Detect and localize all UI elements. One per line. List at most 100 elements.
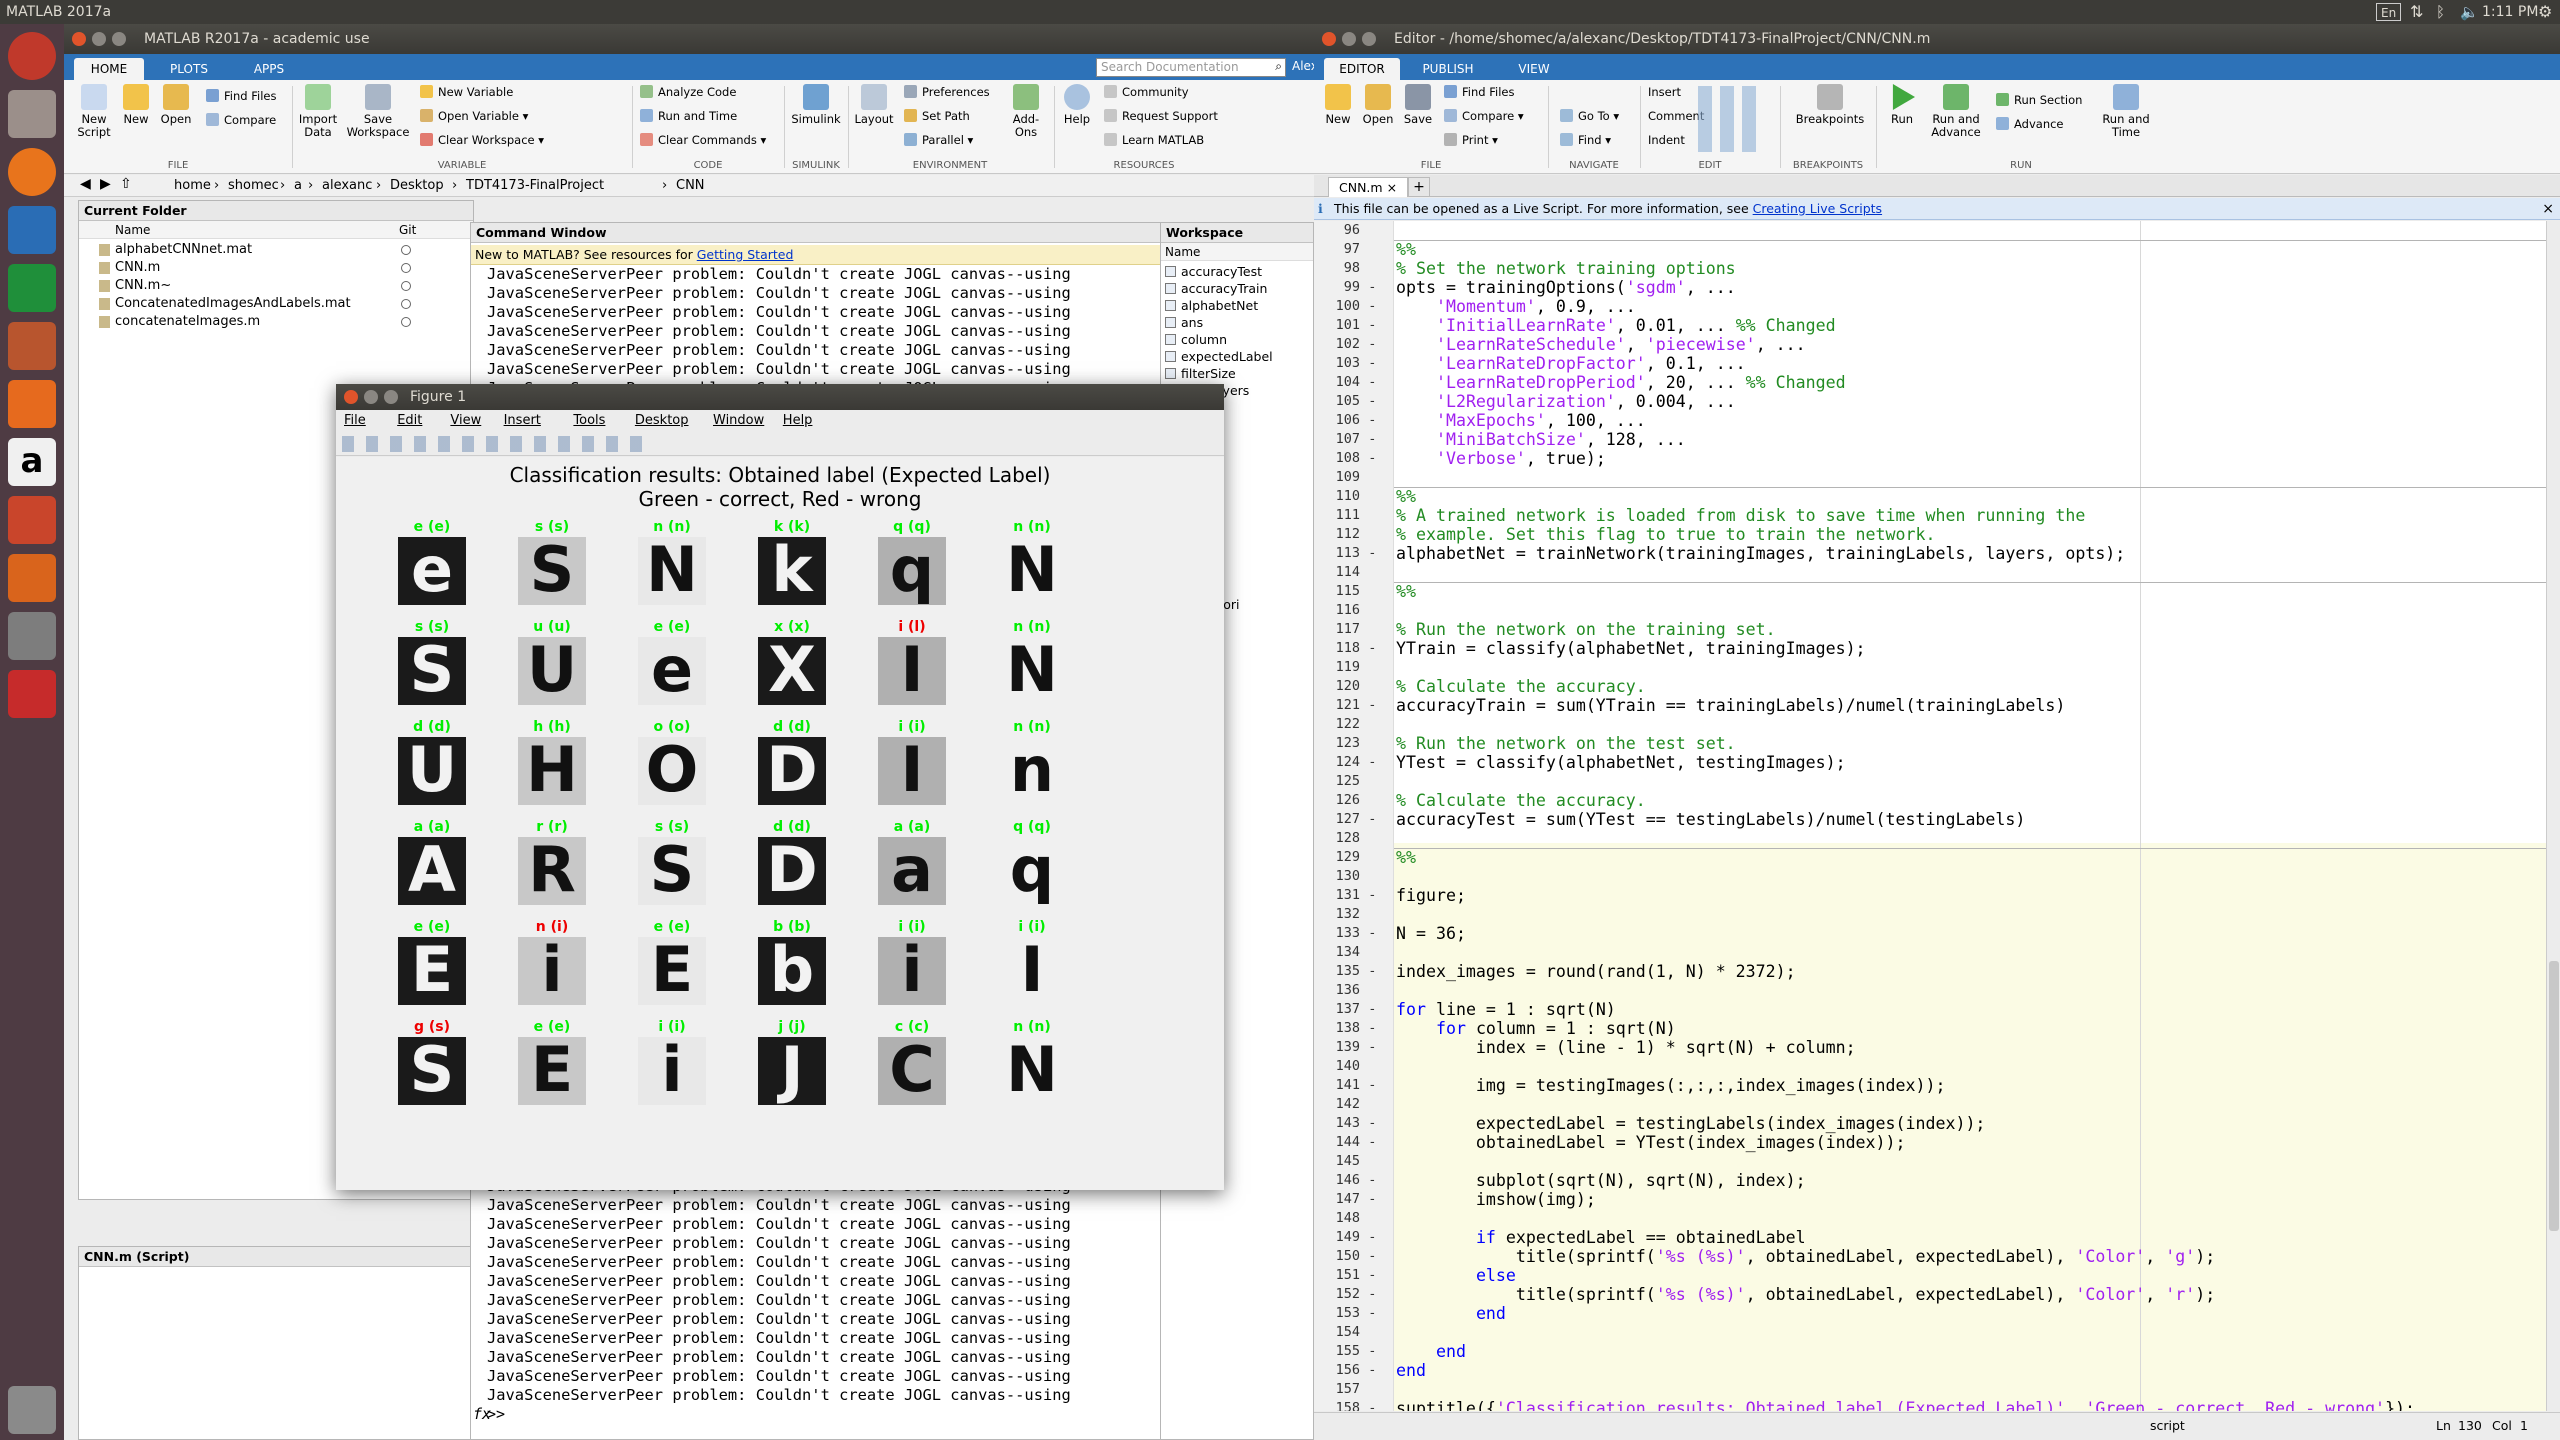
minimize-editor-button[interactable] <box>1342 32 1356 46</box>
figure-menu-help[interactable]: Help <box>783 410 813 432</box>
breakpoint-gutter[interactable]: - <box>1370 1361 1375 1380</box>
volume-icon[interactable]: 🔈 <box>2460 0 2479 24</box>
edit-tool-icons[interactable] <box>1698 86 1758 152</box>
preferences-button[interactable]: Preferences <box>904 84 990 100</box>
search-documentation-input[interactable]: Search Documentation ⌕ <box>1096 58 1286 77</box>
tab-apps[interactable]: APPS <box>234 58 304 80</box>
amazon-icon[interactable]: a <box>8 438 56 486</box>
bluetooth-icon[interactable]: ᛒ <box>2436 0 2445 24</box>
open-button[interactable]: Open <box>158 84 194 126</box>
maximize-editor-button[interactable] <box>1362 32 1376 46</box>
code-editor[interactable]: 96 97%% 98 % Set the network training optio… <box>1314 221 2546 1411</box>
editor-print-button[interactable]: Print ▾ <box>1444 132 1498 148</box>
breakpoint-gutter[interactable]: - <box>1370 1285 1375 1304</box>
path-segment[interactable]: shomec <box>228 178 279 193</box>
breakpoint-gutter[interactable]: - <box>1370 297 1375 316</box>
workspace-var[interactable]: accuracyTest <box>1161 263 1313 280</box>
tab-view[interactable]: VIEW <box>1496 58 1572 80</box>
user-menu[interactable]: Alexandru <box>1292 59 1314 73</box>
workspace-var[interactable]: alphabetNet <box>1161 297 1313 314</box>
network-icon[interactable]: ⇅ <box>2410 0 2423 24</box>
breakpoint-gutter[interactable]: - <box>1370 449 1375 468</box>
file-tab-cnn[interactable]: CNN.m × <box>1328 177 1409 197</box>
file-row[interactable]: ConcatenatedImagesAndLabels.mat <box>79 295 473 313</box>
breakpoint-gutter[interactable]: - <box>1370 335 1375 354</box>
figure-tool-icons[interactable] <box>342 436 642 452</box>
up-folder-icon[interactable]: ⇧ <box>120 176 132 192</box>
breakpoint-gutter[interactable]: - <box>1370 810 1375 829</box>
add-ons-button[interactable]: Add-Ons <box>1002 84 1050 139</box>
col-name[interactable]: Name <box>115 221 150 239</box>
trash-icon[interactable] <box>8 1386 56 1434</box>
set-path-button[interactable]: Set Path <box>904 108 970 124</box>
new-button[interactable]: New <box>118 84 154 126</box>
save-workspace-button[interactable]: Save Workspace <box>346 84 410 139</box>
breakpoint-gutter[interactable]: - <box>1370 373 1375 392</box>
close-editor-button[interactable] <box>1322 32 1336 46</box>
breakpoint-gutter[interactable]: - <box>1370 392 1375 411</box>
workspace-var[interactable]: accuracyTrain <box>1161 280 1313 297</box>
breakpoint-gutter[interactable]: - <box>1370 696 1375 715</box>
compare-button[interactable]: Compare <box>206 112 276 128</box>
breakpoint-gutter[interactable]: - <box>1370 1019 1375 1038</box>
find-files-button[interactable]: Find Files <box>206 88 276 104</box>
firefox-icon[interactable] <box>8 148 56 196</box>
pdf-viewer-icon[interactable] <box>8 670 56 718</box>
editor-save-button[interactable]: Save <box>1400 84 1436 126</box>
workspace-col-name[interactable]: Name <box>1165 245 1200 259</box>
editor-compare-button[interactable]: Compare ▾ <box>1444 108 1524 124</box>
settings-icon[interactable]: ⚙ <box>2538 0 2552 24</box>
breakpoint-gutter[interactable]: - <box>1370 1114 1375 1133</box>
breakpoint-gutter[interactable]: - <box>1370 411 1375 430</box>
livescript-link[interactable]: Creating Live Scripts <box>1753 201 1882 216</box>
workspace-var[interactable]: filterSize <box>1161 365 1313 382</box>
impress-icon[interactable] <box>8 322 56 370</box>
forward-icon[interactable]: ▶ <box>100 176 111 192</box>
calc-icon[interactable] <box>8 264 56 312</box>
layout-button[interactable]: Layout <box>852 84 896 126</box>
system-settings-icon[interactable] <box>8 496 56 544</box>
breakpoint-gutter[interactable]: - <box>1370 1000 1375 1019</box>
new-script-button[interactable]: New Script <box>74 84 114 139</box>
editor-run-and-time-button[interactable]: Run and Time <box>2096 84 2156 139</box>
text-editor-icon[interactable] <box>8 612 56 660</box>
col-git[interactable]: Git <box>399 221 416 239</box>
breakpoint-gutter[interactable]: - <box>1370 962 1375 981</box>
add-tab-button[interactable]: + <box>1408 177 1430 197</box>
path-segment[interactable]: TDT4173-FinalProject <box>466 178 604 193</box>
tab-editor[interactable]: EDITOR <box>1324 58 1400 80</box>
advance-button[interactable]: Advance <box>1996 116 2064 132</box>
open-variable-button[interactable]: Open Variable ▾ <box>420 108 528 124</box>
minimize-figure-button[interactable] <box>364 390 378 404</box>
matlab-icon[interactable] <box>8 554 56 602</box>
breakpoint-gutter[interactable]: - <box>1370 886 1375 905</box>
breakpoint-gutter[interactable]: - <box>1370 1076 1375 1095</box>
close-banner-icon[interactable]: × <box>2542 198 2554 220</box>
editor-find-files-button[interactable]: Find Files <box>1444 84 1514 100</box>
tab-home[interactable]: HOME <box>74 58 144 80</box>
breakpoint-gutter[interactable]: - <box>1370 1399 1375 1411</box>
go-to-button[interactable]: Go To ▾ <box>1560 108 1619 124</box>
help-button[interactable]: Help <box>1058 84 1096 126</box>
breakpoints-button[interactable]: Breakpoints <box>1792 84 1868 126</box>
breakpoint-gutter[interactable]: - <box>1370 316 1375 335</box>
command-prompt[interactable]: >> <box>487 1405 505 1423</box>
tab-publish[interactable]: PUBLISH <box>1410 58 1486 80</box>
path-segment[interactable]: a <box>294 178 302 193</box>
path-segment[interactable]: alexanc <box>322 178 372 193</box>
clear-workspace-button[interactable]: Clear Workspace ▾ <box>420 132 544 148</box>
writer-icon[interactable] <box>8 206 56 254</box>
maximize-window-button[interactable] <box>112 32 126 46</box>
breakpoint-gutter[interactable]: - <box>1370 1038 1375 1057</box>
figure-menu-window[interactable]: Window <box>713 410 764 432</box>
breakpoint-gutter[interactable]: - <box>1370 1171 1375 1190</box>
breakpoint-gutter[interactable]: - <box>1370 278 1375 297</box>
breakpoint-gutter[interactable]: - <box>1370 1247 1375 1266</box>
close-window-button[interactable] <box>72 32 86 46</box>
parallel-button[interactable]: Parallel ▾ <box>904 132 973 148</box>
files-icon[interactable] <box>8 90 56 138</box>
workspace-var[interactable]: column <box>1161 331 1313 348</box>
run-button[interactable]: Run <box>1884 84 1920 126</box>
path-segment[interactable]: CNN <box>676 178 705 193</box>
dash-icon[interactable] <box>8 32 56 80</box>
